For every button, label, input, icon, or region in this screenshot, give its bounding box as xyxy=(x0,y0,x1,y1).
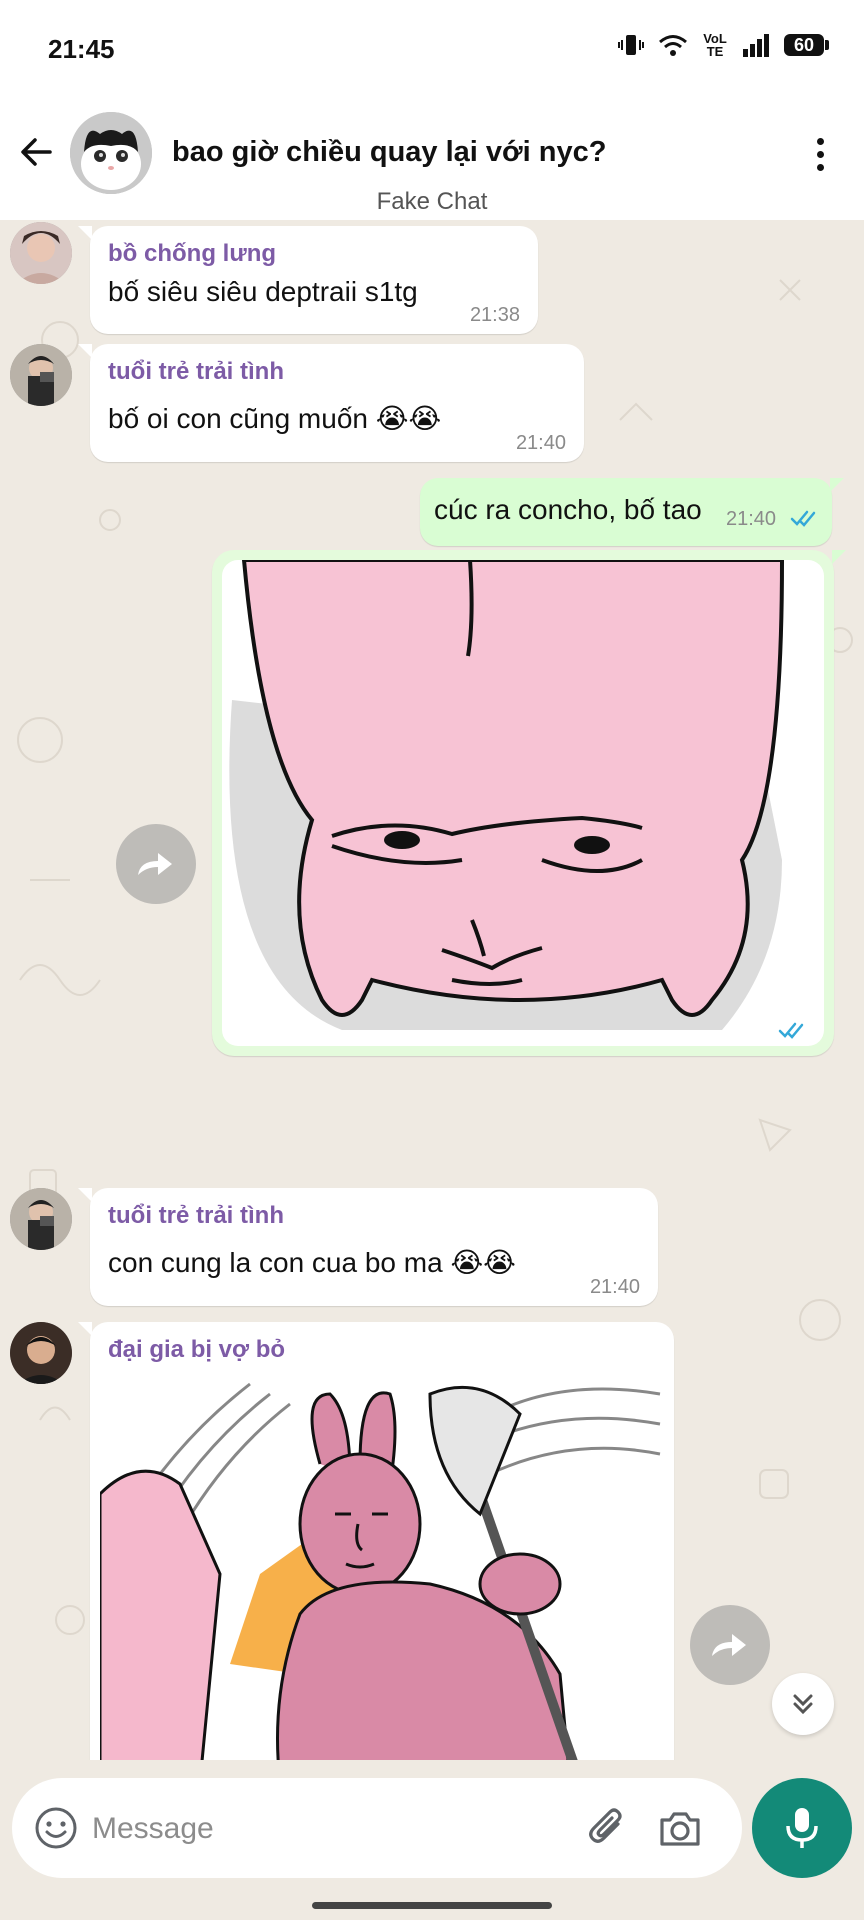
chat-header: bao giờ chiều quay lại với nyc? Fake Cha… xyxy=(0,100,864,220)
status-time: 21:45 xyxy=(48,34,115,64)
volte-icon: VoLTE xyxy=(702,32,728,58)
chat-title[interactable]: bao giờ chiều quay lại với nyc? xyxy=(172,136,606,169)
read-ticks-icon xyxy=(790,510,816,527)
microphone-icon xyxy=(786,1808,818,1848)
attach-button[interactable] xyxy=(584,1804,632,1852)
network-label: VoLTE xyxy=(703,31,727,59)
battery-icon: 60 xyxy=(784,34,829,56)
camera-button[interactable] xyxy=(656,1804,704,1852)
sender-name[interactable]: đại gia bị vợ bỏ xyxy=(108,1336,285,1364)
avatar[interactable] xyxy=(10,222,72,284)
forward-icon xyxy=(138,853,172,875)
status-icons: VoLTE 60 xyxy=(618,32,829,58)
vibrate-icon xyxy=(618,32,644,58)
forward-icon xyxy=(712,1634,746,1656)
more-dot xyxy=(816,163,824,171)
avatar[interactable] xyxy=(10,1188,72,1250)
paperclip-icon xyxy=(589,1808,622,1843)
signal-icon xyxy=(742,33,770,57)
back-button[interactable] xyxy=(12,128,60,176)
message-bubble-outgoing[interactable]: cúc ra concho, bố tao 21:40 xyxy=(420,478,844,546)
chat-subtitle: Fake Chat xyxy=(376,188,488,215)
scroll-down-button[interactable] xyxy=(772,1673,834,1735)
forward-button[interactable] xyxy=(690,1605,770,1685)
status-bar: 21:45 VoLTE 60 xyxy=(0,0,864,100)
double-chevron-down-icon xyxy=(793,1694,813,1715)
more-vertical-icon xyxy=(816,137,824,145)
more-dot xyxy=(816,150,824,158)
emoji-button[interactable] xyxy=(34,1806,78,1850)
forward-button[interactable] xyxy=(116,824,196,904)
sender-name[interactable]: tuổi trẻ trải tình xyxy=(108,1202,284,1230)
avatar[interactable] xyxy=(10,1322,72,1384)
message-text: cúc ra concho, bố tao xyxy=(434,494,702,525)
read-ticks-icon xyxy=(778,1022,804,1039)
more-options-button[interactable] xyxy=(804,130,836,178)
message-bubble-incoming[interactable]: tuổi trẻ trải tình bố oi con cũng muốn 😭… xyxy=(78,344,584,462)
message-composer xyxy=(12,1778,742,1878)
message-bubble-incoming[interactable]: tuổi trẻ trải tình con cung la con cua b… xyxy=(78,1188,658,1306)
sender-name[interactable]: tuổi trẻ trải tình xyxy=(108,358,284,386)
arrow-left-icon xyxy=(21,138,52,166)
avatar[interactable] xyxy=(10,344,72,406)
sticker-message-outgoing[interactable] xyxy=(212,550,846,1056)
camera-icon xyxy=(660,1812,700,1846)
message-time: 21:40 xyxy=(589,1276,640,1298)
message-time: 21:40 xyxy=(515,432,566,454)
message-text: bố oi con cũng muốn 😭😭 xyxy=(108,403,442,434)
group-avatar[interactable] xyxy=(70,112,152,194)
wifi-icon xyxy=(658,33,688,57)
smiley-icon xyxy=(35,1807,77,1849)
pink-rabbit-swinging-sticker[interactable] xyxy=(100,1374,664,1760)
pink-rabbit-bored-sticker[interactable] xyxy=(222,560,824,1046)
message-input[interactable] xyxy=(90,1800,554,1858)
battery-level: 60 xyxy=(793,34,815,55)
voice-message-button[interactable] xyxy=(752,1778,852,1878)
message-bubble-incoming[interactable]: bồ chống lưng bố siêu siêu deptraii s1tg… xyxy=(78,226,538,334)
sticker-message-incoming[interactable]: đại gia bị vợ bỏ xyxy=(78,1322,674,1760)
home-indicator[interactable] xyxy=(312,1902,552,1909)
chat-area[interactable]: bồ chống lưng bố siêu siêu deptraii s1tg… xyxy=(0,220,864,1760)
message-text: con cung la con cua bo ma 😭😭 xyxy=(108,1247,516,1278)
message-time: 21:38 xyxy=(469,304,520,326)
message-time: 21:40 xyxy=(726,508,777,530)
message-text: bố siêu siêu deptraii s1tg xyxy=(108,276,418,307)
sender-name[interactable]: bồ chống lưng xyxy=(108,240,276,268)
